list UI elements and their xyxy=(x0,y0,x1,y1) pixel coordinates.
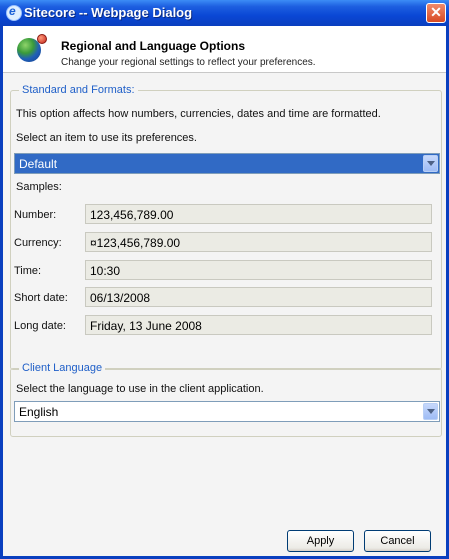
short-date-value-field: 06/13/2008 xyxy=(85,287,432,307)
client-language-select[interactable]: English xyxy=(14,401,440,422)
samples-label: Samples: xyxy=(16,181,62,193)
format-select-value: Default xyxy=(19,157,58,171)
header-subtitle: Change your regional settings to reflect… xyxy=(61,57,316,68)
title-bar[interactable]: e Sitecore -- Webpage Dialog ✕ xyxy=(0,0,449,26)
chevron-down-icon[interactable] xyxy=(423,155,438,172)
number-label: Number: xyxy=(14,209,57,221)
standards-legend: Standard and Formats: xyxy=(19,84,138,96)
currency-label: Currency: xyxy=(14,237,62,249)
chevron-down-icon[interactable] xyxy=(423,403,438,420)
number-value-field: 123,456,789.00 xyxy=(85,204,432,224)
cancel-button[interactable]: Cancel xyxy=(364,530,431,552)
short-date-label: Short date: xyxy=(14,292,68,304)
dialog-window: e Sitecore -- Webpage Dialog ✕ Regional … xyxy=(0,0,449,559)
currency-value-field: ¤123,456,789.00 xyxy=(85,232,432,252)
currency-value: ¤123,456,789.00 xyxy=(90,236,181,250)
globe-badge-icon xyxy=(37,34,47,44)
header-title: Regional and Language Options xyxy=(61,39,246,53)
long-date-value: Friday, 13 June 2008 xyxy=(90,319,202,333)
select-prompt: Select an item to use its preferences. xyxy=(16,132,197,144)
client-language-legend: Client Language xyxy=(19,362,106,374)
client-language-description: Select the language to use in the client… xyxy=(16,383,264,395)
format-select[interactable]: Default xyxy=(14,153,440,174)
close-button[interactable]: ✕ xyxy=(426,3,446,23)
time-value: 10:30 xyxy=(90,264,121,278)
number-value: 123,456,789.00 xyxy=(90,208,174,222)
long-date-value-field: Friday, 13 June 2008 xyxy=(85,315,432,335)
window-title: Sitecore -- Webpage Dialog xyxy=(24,5,193,20)
long-date-label: Long date: xyxy=(14,320,66,332)
short-date-value: 06/13/2008 xyxy=(90,291,151,305)
browser-icon: e xyxy=(6,4,22,21)
client-language-value: English xyxy=(19,405,59,419)
dialog-header: Regional and Language Options Change you… xyxy=(3,26,446,73)
time-label: Time: xyxy=(14,265,42,277)
apply-button[interactable]: Apply xyxy=(287,530,354,552)
time-value-field: 10:30 xyxy=(85,260,432,280)
dialog-body: Regional and Language Options Change you… xyxy=(3,26,446,556)
standards-description: This option affects how numbers, currenc… xyxy=(16,108,381,120)
